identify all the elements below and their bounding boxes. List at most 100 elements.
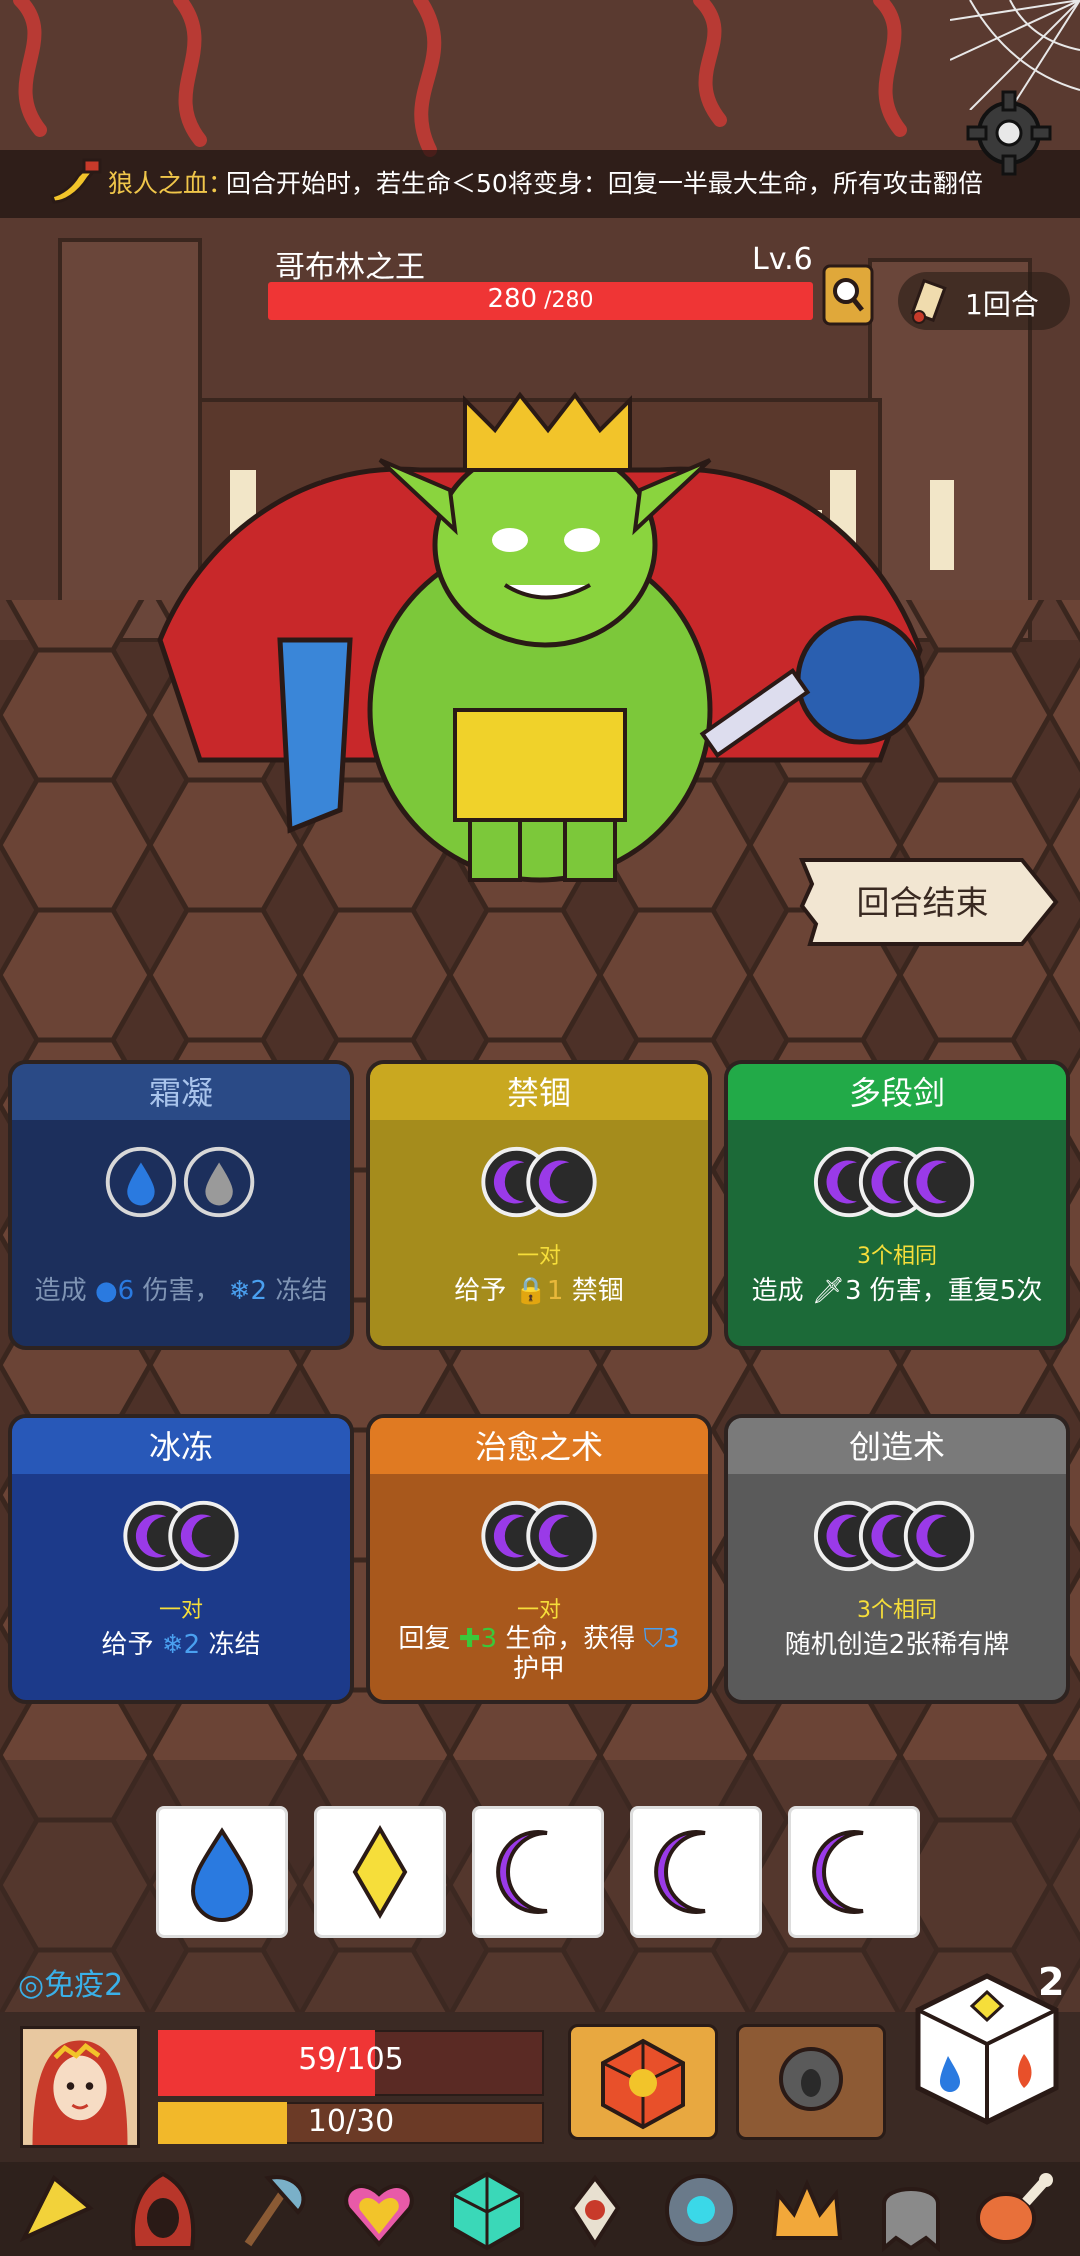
card-freeze[interactable]: 冰冻 一对 给予 ❄2 冻结: [8, 1414, 354, 1704]
moon-icon: [496, 1830, 548, 1914]
effect-value: 2: [250, 1276, 268, 1306]
moon-icon: [812, 1830, 864, 1914]
effect-text: 伤害，: [142, 1276, 221, 1306]
card-requirement: 3个相同: [857, 1598, 937, 1623]
effect-value: 1: [546, 1276, 564, 1306]
effect-text: 回复: [398, 1624, 451, 1654]
player-hp-text: 59/105: [298, 2042, 404, 2077]
card-multi-sword[interactable]: 多段剑 3个相同 造成 🗡3 伤害，重复5次: [724, 1060, 1070, 1350]
settings-gear-icon[interactable]: [966, 90, 1052, 176]
effect-text: 生命，获得: [505, 1624, 636, 1654]
card-title: 治愈之术: [370, 1418, 708, 1474]
card-frost[interactable]: 霜凝 造成 ●6 伤害， ❄2 冻结: [8, 1060, 354, 1350]
card-title: 冰冻: [12, 1418, 350, 1474]
passive-ability-bar: 狼人之血： 回合开始时，若生命＜50将变身：回复一半最大生命，所有攻击翻倍: [0, 150, 1080, 218]
card-title: 霜凝: [12, 1064, 350, 1120]
effect-value: 2: [183, 1630, 201, 1660]
horn-icon: [50, 158, 102, 204]
dice-slots: [813, 1146, 975, 1218]
plus-icon: ✚: [458, 1624, 481, 1654]
crown-icon[interactable]: [764, 2168, 850, 2252]
skull-ability-button[interactable]: [736, 2024, 886, 2140]
dice-slots: [481, 1146, 597, 1218]
roll-dice-button[interactable]: [912, 1970, 1062, 2128]
card-effect: 造成 🗡3 伤害，重复5次: [728, 1276, 1066, 1306]
card-requirement: 3个相同: [857, 1244, 937, 1269]
enemy-hp-max: /280: [537, 288, 594, 313]
snowflake-icon: ❄: [161, 1630, 184, 1660]
moon-icon: [654, 1830, 706, 1914]
card-requirement: 一对: [516, 1598, 561, 1623]
immune-icon: ◎: [18, 1968, 45, 2003]
passive-name: 狼人之血：: [108, 169, 234, 198]
effect-value: 6: [117, 1276, 135, 1306]
water-drop-icon: [127, 1162, 155, 1206]
dice-moon[interactable]: [630, 1806, 762, 1938]
sword-icon: 🗡: [811, 1276, 845, 1306]
enemy-level: Lv.6: [752, 242, 813, 277]
diamond-icon: [352, 1825, 408, 1919]
effect-text: 禁锢: [571, 1276, 624, 1306]
card-effect: 给予 ❄2 冻结: [12, 1630, 350, 1660]
card-effect: 随机创造2张稀有牌: [784, 1630, 1010, 1660]
cheese-wedge-icon[interactable]: [14, 2168, 100, 2252]
card-requirement: 一对: [158, 1598, 203, 1623]
effect-text: 冻结: [275, 1276, 328, 1306]
card-heal[interactable]: 治愈之术 一对 回复 ✚3 生命，获得 ⛉3 护甲: [366, 1414, 712, 1704]
effect-text: 造成: [34, 1276, 87, 1306]
dice-slots: [105, 1146, 255, 1218]
water-drop-icon: [190, 1827, 254, 1922]
card-title: 创造术: [728, 1418, 1066, 1474]
effect-text: 护甲: [512, 1654, 565, 1684]
feathered-mask-icon[interactable]: [552, 2168, 638, 2252]
effect-text: 给予: [101, 1630, 154, 1660]
shield-icon: ⛉: [643, 1624, 664, 1654]
scroll-icon: [910, 278, 947, 324]
dice-slots: [123, 1500, 239, 1572]
immune-status: ◎免疫2: [18, 1960, 123, 2004]
end-turn-label[interactable]: 回合结束: [800, 876, 1045, 924]
d20-icon: [601, 2038, 685, 2130]
skull-icon: [779, 2047, 843, 2111]
card-title: 多段剑: [728, 1064, 1066, 1120]
effect-value: 3: [480, 1624, 497, 1654]
d20-ability-button[interactable]: [568, 2024, 718, 2140]
lock-icon: 🔒: [514, 1276, 547, 1306]
dice-diamond[interactable]: [314, 1806, 446, 1938]
card-effect: 给予 🔒1 禁锢: [370, 1276, 708, 1306]
ghost-icon[interactable]: [868, 2168, 954, 2252]
heart-amulet-icon[interactable]: [336, 2168, 422, 2252]
immune-label: 免疫2: [44, 1968, 124, 2003]
player-portrait-avatar[interactable]: [20, 2026, 140, 2148]
enemy-hp-current: 280: [487, 284, 538, 314]
effect-text: 给予: [454, 1276, 507, 1306]
enemy-hp-text: 280 /280: [268, 284, 813, 314]
hood-icon[interactable]: [120, 2168, 206, 2252]
d20-gem-icon[interactable]: [444, 2168, 530, 2252]
player-energy-text: 10/30: [307, 2104, 395, 2139]
dice-slots: [813, 1500, 975, 1572]
enemy-name: 哥布林之王: [275, 250, 425, 285]
inspect-magnifier-icon[interactable]: [822, 264, 874, 326]
card-requirement: 一对: [516, 1244, 561, 1269]
water-drop-icon: [205, 1162, 233, 1206]
dice-slots: [481, 1500, 597, 1572]
card-effect: 回复 ✚3 生命，获得 ⛉3 护甲: [370, 1624, 708, 1684]
effect-value: 3: [844, 1276, 862, 1306]
turn-counter: 1回合: [965, 288, 1039, 321]
effect-value: 3: [663, 1624, 680, 1654]
axe-icon[interactable]: [228, 2168, 314, 2252]
effect-text: 造成: [751, 1276, 804, 1306]
effect-text: 伤害，重复5次: [869, 1276, 1043, 1306]
eye-orb-icon[interactable]: [658, 2168, 744, 2252]
meat-leg-icon[interactable]: [970, 2168, 1056, 2252]
card-imprison[interactable]: 禁锢 一对 给予 🔒1 禁锢: [366, 1060, 712, 1350]
dice-moon[interactable]: [788, 1806, 920, 1938]
effect-text: 冻结: [208, 1630, 261, 1660]
dice-water[interactable]: [156, 1806, 288, 1938]
card-creation[interactable]: 创造术 3个相同 随机创造2张稀有牌: [724, 1414, 1070, 1704]
passive-description: 回合开始时，若生命＜50将变身：回复一半最大生命，所有攻击翻倍: [226, 169, 983, 198]
card-effect: 造成 ●6 伤害， ❄2 冻结: [34, 1276, 328, 1306]
card-title: 禁锢: [370, 1064, 708, 1120]
dice-moon[interactable]: [472, 1806, 604, 1938]
